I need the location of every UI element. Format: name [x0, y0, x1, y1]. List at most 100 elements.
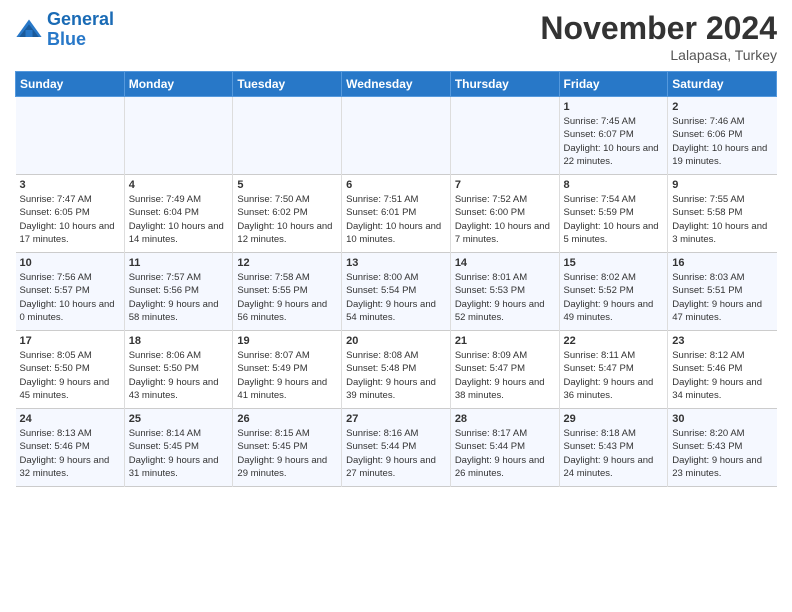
logo-general: General: [47, 9, 114, 29]
cell-w2-d1: 3 Sunrise: 7:47 AMSunset: 6:05 PMDaylight…: [16, 175, 125, 253]
day-number: 7: [455, 179, 555, 191]
day-number: 21: [455, 335, 555, 347]
cell-w4-d3: 19 Sunrise: 8:07 AMSunset: 5:49 PMDayligh…: [233, 331, 342, 409]
logo-text: General Blue: [47, 10, 114, 50]
col-sunday: Sunday: [16, 72, 125, 97]
day-info: Sunrise: 8:01 AMSunset: 5:53 PMDaylight:…: [455, 271, 555, 324]
day-number: 3: [20, 179, 120, 191]
col-tuesday: Tuesday: [233, 72, 342, 97]
day-number: 2: [672, 101, 772, 113]
day-number: 18: [129, 335, 229, 347]
cell-w1-d1: [16, 97, 125, 175]
day-info: Sunrise: 8:00 AMSunset: 5:54 PMDaylight:…: [346, 271, 446, 324]
day-info: Sunrise: 8:05 AMSunset: 5:50 PMDaylight:…: [20, 349, 120, 402]
day-number: 28: [455, 413, 555, 425]
page-container: General Blue November 2024 Lalapasa, Tur…: [0, 0, 792, 497]
day-number: 16: [672, 257, 772, 269]
day-info: Sunrise: 7:46 AMSunset: 6:06 PMDaylight:…: [672, 115, 772, 168]
day-number: 17: [20, 335, 120, 347]
cell-w4-d4: 20 Sunrise: 8:08 AMSunset: 5:48 PMDayligh…: [342, 331, 451, 409]
day-number: 14: [455, 257, 555, 269]
day-number: 4: [129, 179, 229, 191]
day-number: 20: [346, 335, 446, 347]
day-number: 19: [237, 335, 337, 347]
day-number: 12: [237, 257, 337, 269]
day-info: Sunrise: 8:08 AMSunset: 5:48 PMDaylight:…: [346, 349, 446, 402]
cell-w1-d7: 2 Sunrise: 7:46 AMSunset: 6:06 PMDaylight…: [668, 97, 777, 175]
day-info: Sunrise: 8:07 AMSunset: 5:49 PMDaylight:…: [237, 349, 337, 402]
day-info: Sunrise: 8:11 AMSunset: 5:47 PMDaylight:…: [564, 349, 664, 402]
cell-w2-d7: 9 Sunrise: 7:55 AMSunset: 5:58 PMDaylight…: [668, 175, 777, 253]
day-info: Sunrise: 7:57 AMSunset: 5:56 PMDaylight:…: [129, 271, 229, 324]
day-info: Sunrise: 7:56 AMSunset: 5:57 PMDaylight:…: [20, 271, 120, 324]
day-info: Sunrise: 8:13 AMSunset: 5:46 PMDaylight:…: [20, 427, 120, 480]
day-info: Sunrise: 8:06 AMSunset: 5:50 PMDaylight:…: [129, 349, 229, 402]
cell-w3-d3: 12 Sunrise: 7:58 AMSunset: 5:55 PMDayligh…: [233, 253, 342, 331]
day-number: 6: [346, 179, 446, 191]
day-number: 30: [672, 413, 772, 425]
day-info: Sunrise: 8:18 AMSunset: 5:43 PMDaylight:…: [564, 427, 664, 480]
day-info: Sunrise: 8:09 AMSunset: 5:47 PMDaylight:…: [455, 349, 555, 402]
day-number: 13: [346, 257, 446, 269]
day-info: Sunrise: 7:58 AMSunset: 5:55 PMDaylight:…: [237, 271, 337, 324]
logo: General Blue: [15, 10, 114, 50]
day-info: Sunrise: 8:17 AMSunset: 5:44 PMDaylight:…: [455, 427, 555, 480]
day-info: Sunrise: 8:02 AMSunset: 5:52 PMDaylight:…: [564, 271, 664, 324]
day-number: 1: [564, 101, 664, 113]
day-info: Sunrise: 8:12 AMSunset: 5:46 PMDaylight:…: [672, 349, 772, 402]
cell-w4-d6: 22 Sunrise: 8:11 AMSunset: 5:47 PMDayligh…: [559, 331, 668, 409]
day-number: 24: [20, 413, 120, 425]
logo-icon: [15, 16, 43, 44]
day-info: Sunrise: 7:51 AMSunset: 6:01 PMDaylight:…: [346, 193, 446, 246]
cell-w2-d4: 6 Sunrise: 7:51 AMSunset: 6:01 PMDaylight…: [342, 175, 451, 253]
day-number: 23: [672, 335, 772, 347]
day-info: Sunrise: 8:20 AMSunset: 5:43 PMDaylight:…: [672, 427, 772, 480]
cell-w1-d6: 1Sunrise: 7:45 AMSunset: 6:07 PMDaylight…: [559, 97, 668, 175]
week-row-4: 17 Sunrise: 8:05 AMSunset: 5:50 PMDayligh…: [16, 331, 777, 409]
cell-w2-d2: 4 Sunrise: 7:49 AMSunset: 6:04 PMDaylight…: [124, 175, 233, 253]
cell-w2-d6: 8 Sunrise: 7:54 AMSunset: 5:59 PMDaylight…: [559, 175, 668, 253]
day-number: 9: [672, 179, 772, 191]
col-wednesday: Wednesday: [342, 72, 451, 97]
cell-w1-d4: [342, 97, 451, 175]
week-row-1: 1Sunrise: 7:45 AMSunset: 6:07 PMDaylight…: [16, 97, 777, 175]
logo-blue: Blue: [47, 29, 86, 49]
cell-w4-d2: 18 Sunrise: 8:06 AMSunset: 5:50 PMDayligh…: [124, 331, 233, 409]
col-thursday: Thursday: [450, 72, 559, 97]
day-number: 29: [564, 413, 664, 425]
day-info: Sunrise: 7:50 AMSunset: 6:02 PMDaylight:…: [237, 193, 337, 246]
col-saturday: Saturday: [668, 72, 777, 97]
cell-w3-d2: 11 Sunrise: 7:57 AMSunset: 5:56 PMDayligh…: [124, 253, 233, 331]
cell-w2-d3: 5Sunrise: 7:50 AMSunset: 6:02 PMDaylight…: [233, 175, 342, 253]
cell-w5-d3: 26 Sunrise: 8:15 AMSunset: 5:45 PMDayligh…: [233, 409, 342, 487]
cell-w5-d6: 29 Sunrise: 8:18 AMSunset: 5:43 PMDayligh…: [559, 409, 668, 487]
day-number: 26: [237, 413, 337, 425]
day-number: 11: [129, 257, 229, 269]
day-number: 22: [564, 335, 664, 347]
day-info: Sunrise: 7:54 AMSunset: 5:59 PMDaylight:…: [564, 193, 664, 246]
week-row-3: 10 Sunrise: 7:56 AMSunset: 5:57 PMDayligh…: [16, 253, 777, 331]
cell-w5-d1: 24 Sunrise: 8:13 AMSunset: 5:46 PMDayligh…: [16, 409, 125, 487]
location-subtitle: Lalapasa, Turkey: [540, 47, 777, 63]
cell-w4-d7: 23 Sunrise: 8:12 AMSunset: 5:46 PMDayligh…: [668, 331, 777, 409]
day-info: Sunrise: 7:47 AMSunset: 6:05 PMDaylight:…: [20, 193, 120, 246]
day-info: Sunrise: 8:16 AMSunset: 5:44 PMDaylight:…: [346, 427, 446, 480]
col-friday: Friday: [559, 72, 668, 97]
cell-w1-d5: [450, 97, 559, 175]
day-info: Sunrise: 7:52 AMSunset: 6:00 PMDaylight:…: [455, 193, 555, 246]
cell-w5-d2: 25Sunrise: 8:14 AMSunset: 5:45 PMDayligh…: [124, 409, 233, 487]
calendar-table: Sunday Monday Tuesday Wednesday Thursday…: [15, 71, 777, 487]
day-info: Sunrise: 7:55 AMSunset: 5:58 PMDaylight:…: [672, 193, 772, 246]
cell-w2-d5: 7 Sunrise: 7:52 AMSunset: 6:00 PMDaylight…: [450, 175, 559, 253]
day-number: 15: [564, 257, 664, 269]
cell-w1-d3: [233, 97, 342, 175]
day-number: 8: [564, 179, 664, 191]
cell-w3-d4: 13 Sunrise: 8:00 AMSunset: 5:54 PMDayligh…: [342, 253, 451, 331]
day-info: Sunrise: 8:15 AMSunset: 5:45 PMDaylight:…: [237, 427, 337, 480]
day-number: 10: [20, 257, 120, 269]
cell-w5-d5: 28 Sunrise: 8:17 AMSunset: 5:44 PMDayligh…: [450, 409, 559, 487]
month-title: November 2024: [540, 10, 777, 47]
cell-w3-d6: 15 Sunrise: 8:02 AMSunset: 5:52 PMDayligh…: [559, 253, 668, 331]
title-block: November 2024 Lalapasa, Turkey: [540, 10, 777, 63]
day-info: Sunrise: 7:49 AMSunset: 6:04 PMDaylight:…: [129, 193, 229, 246]
